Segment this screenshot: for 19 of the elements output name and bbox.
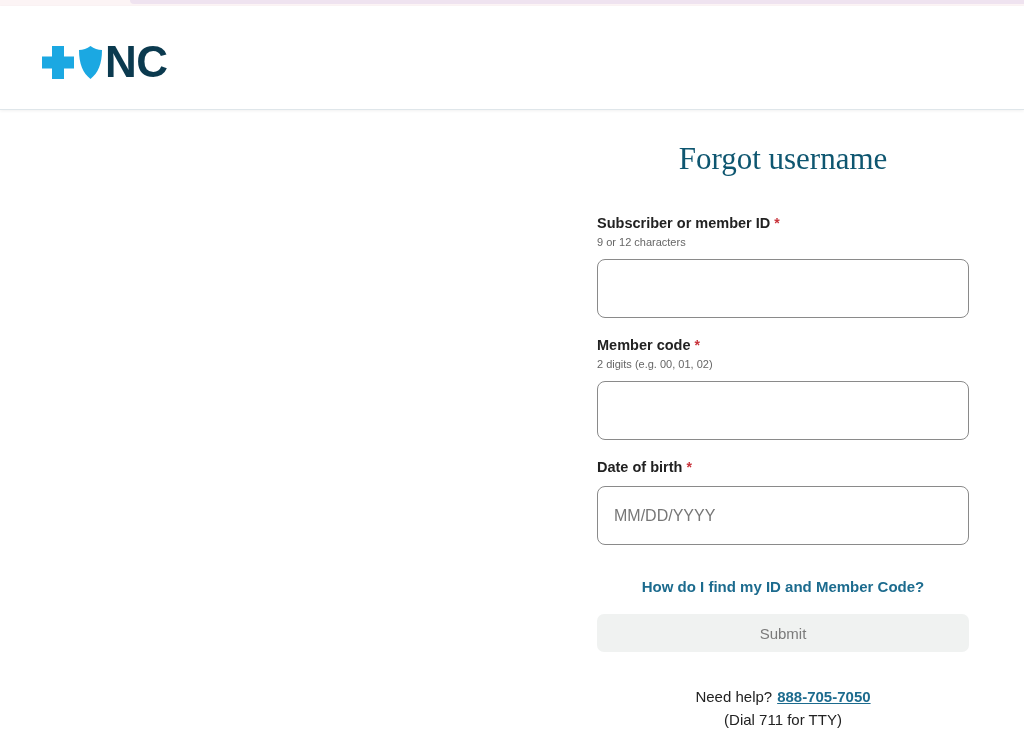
cross-icon: [42, 45, 74, 79]
phone-link[interactable]: 888-705-7050: [777, 685, 871, 708]
required-mark: *: [774, 214, 780, 232]
field-label: Date of birth: [597, 458, 683, 476]
field-label: Subscriber or member ID: [597, 214, 771, 232]
field-hint: 9 or 12 characters: [597, 235, 686, 249]
input-field[interactable]: [597, 381, 969, 440]
page-title: Forgot username: [678, 141, 888, 177]
field-label: Member code: [597, 336, 691, 354]
field-hint: 2 digits (e.g. 00, 01, 02): [597, 357, 713, 371]
help-text: Need help?: [695, 687, 773, 707]
shield-icon: [79, 45, 102, 79]
logo-text: NC: [105, 45, 168, 79]
input-field[interactable]: MM/DD/YYYY: [597, 486, 969, 545]
required-mark: *: [686, 458, 692, 476]
required-mark: *: [694, 336, 700, 354]
tty-note: (Dial 711 for TTY): [724, 710, 842, 730]
help-link[interactable]: How do I find my ID and Member Code?: [641, 578, 925, 596]
input-field[interactable]: [597, 259, 969, 318]
